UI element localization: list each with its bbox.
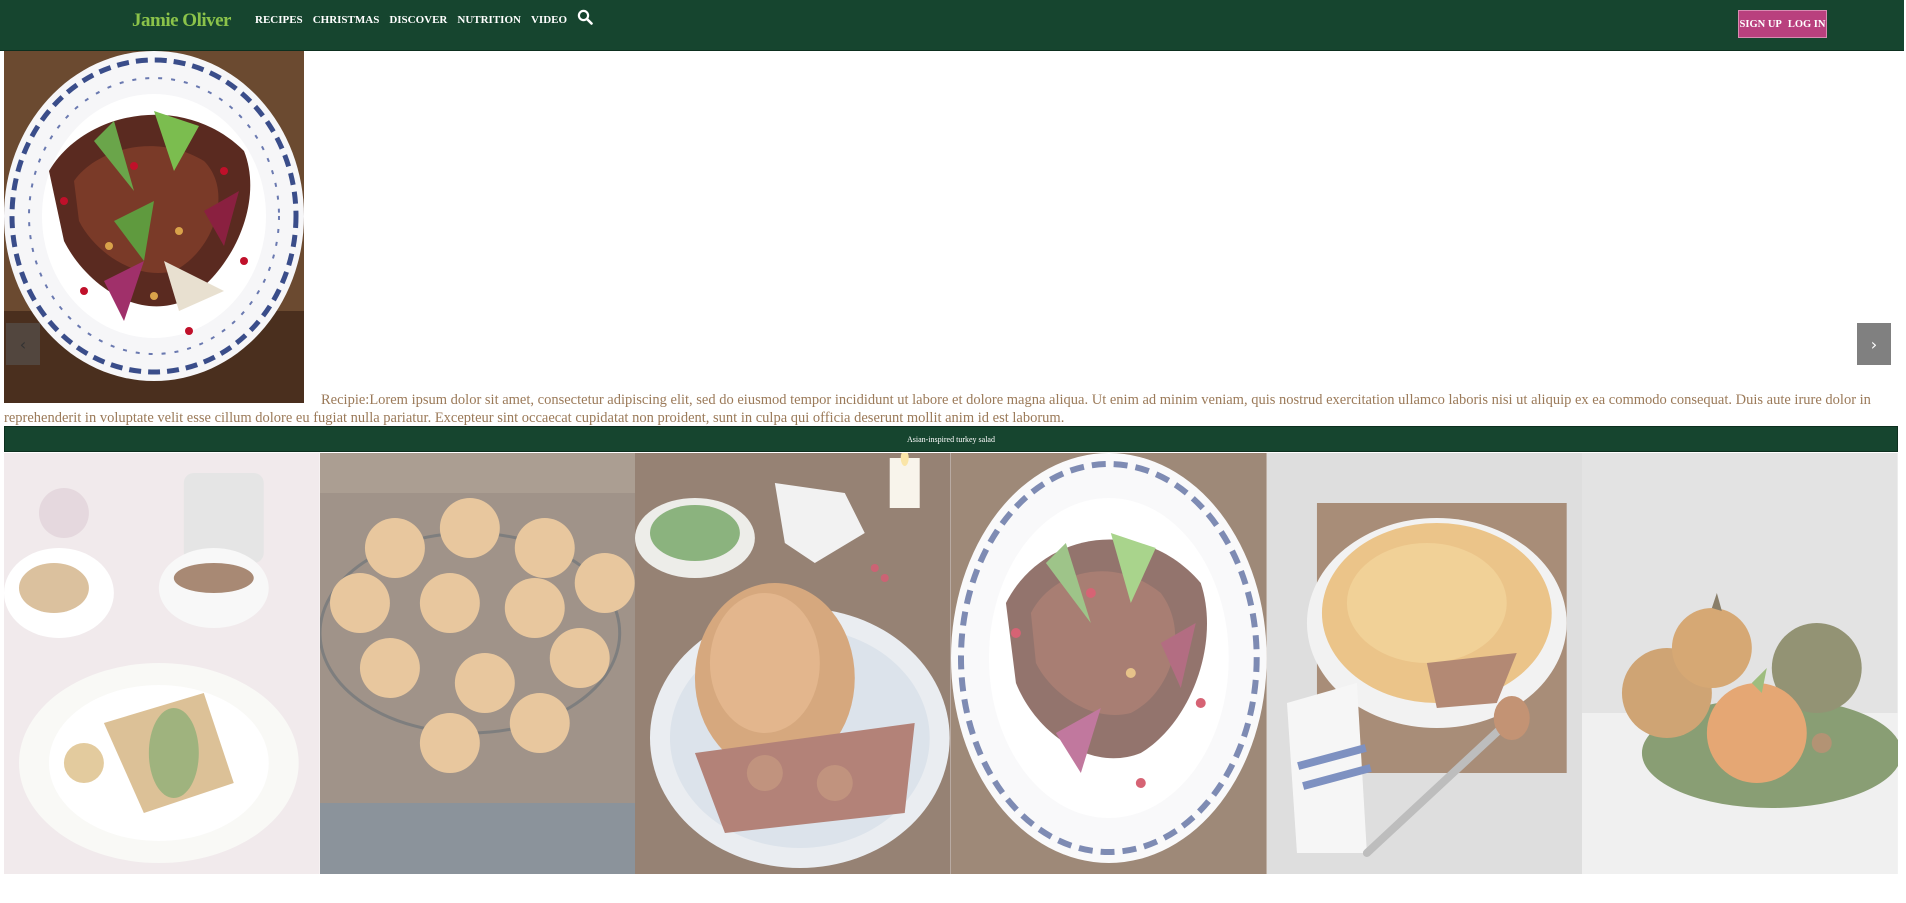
gallery-tile-wellington[interactable]	[4, 453, 320, 874]
stuffed-squash-photo	[1582, 453, 1899, 874]
jamie-oliver-logo[interactable]: Jamie Oliver	[132, 10, 232, 32]
recipe-description: Recipie:Lorem ipsum dolor sit amet, cons…	[4, 392, 1871, 426]
search-icon[interactable]	[577, 9, 593, 25]
carousel-next-button[interactable]: ›	[1857, 323, 1891, 365]
main-nav: RECIPES CHRISTMAS DISCOVER NUTRITION VID…	[255, 9, 593, 28]
gallery-tile-turkey-salad[interactable]	[951, 453, 1267, 874]
nav-nutrition[interactable]: NUTRITION	[457, 14, 521, 26]
nav-christmas[interactable]: CHRISTMAS	[313, 14, 380, 26]
pie-photo	[1266, 453, 1583, 874]
wellington-photo	[4, 453, 320, 874]
nav-recipes[interactable]: RECIPES	[255, 14, 303, 26]
gallery-tile-roast-turkey[interactable]	[635, 453, 952, 874]
carousel-image	[4, 51, 304, 403]
gallery-tile-stuffed-squash[interactable]	[1582, 453, 1899, 874]
carousel-caption: Asian-inspired turkey salad	[907, 434, 995, 444]
log-in-button[interactable]: LOG IN	[1788, 19, 1826, 30]
gallery-tile-pie[interactable]	[1266, 453, 1583, 874]
roast-turkey-photo	[635, 453, 952, 874]
auth-button-group: SIGN UP LOG IN	[1738, 10, 1827, 38]
turkey-salad-gallery-photo	[951, 453, 1267, 874]
top-nav-bar: Jamie Oliver RECIPES CHRISTMAS DISCOVER …	[0, 0, 1904, 51]
nav-video[interactable]: VIDEO	[531, 14, 567, 26]
turkey-salad-photo	[4, 51, 304, 403]
carousel-prev-button[interactable]: ‹	[6, 323, 40, 365]
carousel-caption-bar: Asian-inspired turkey salad	[4, 426, 1898, 452]
recipe-gallery	[4, 453, 1899, 874]
gallery-tile-mince-pies[interactable]	[319, 453, 636, 874]
mince-pies-photo	[319, 453, 636, 874]
nav-discover[interactable]: DISCOVER	[389, 14, 447, 26]
sign-up-button[interactable]: SIGN UP	[1740, 19, 1782, 30]
